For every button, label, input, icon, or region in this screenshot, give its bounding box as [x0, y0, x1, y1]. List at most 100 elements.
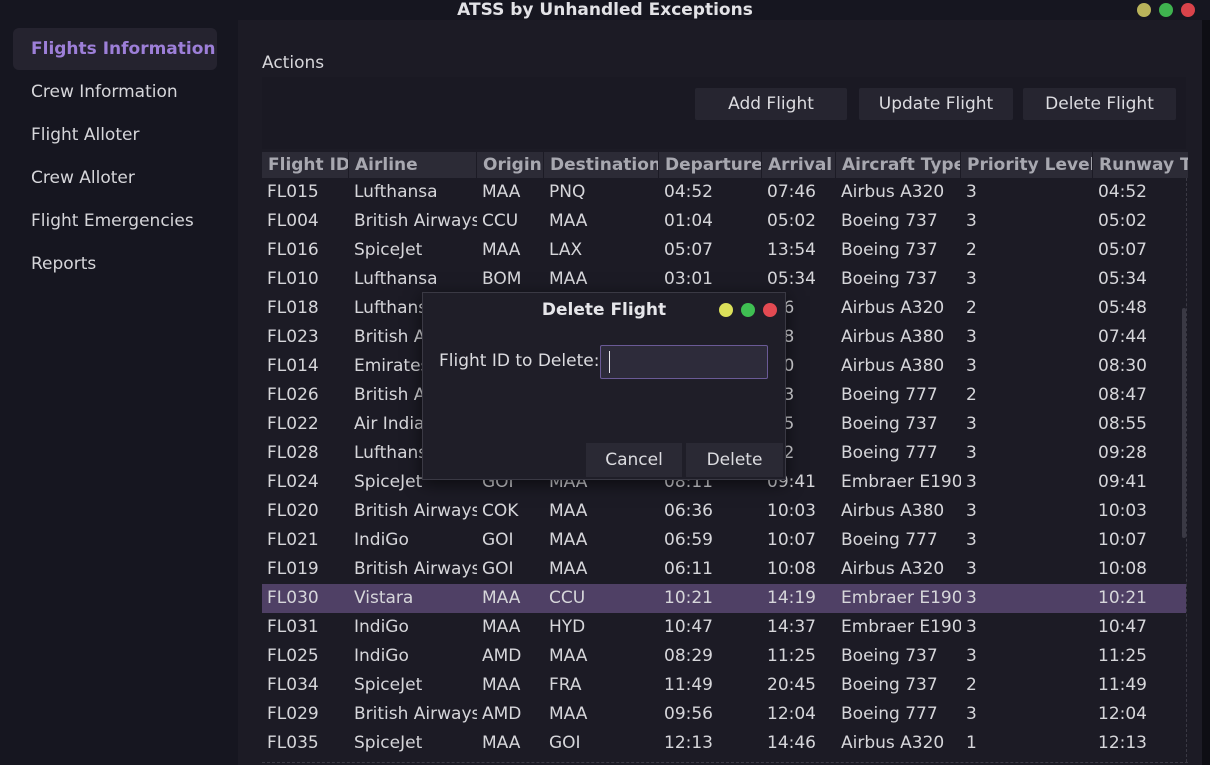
table-cell: Embraer E190: [841, 588, 961, 608]
table-cell: Boeing 777: [841, 704, 938, 724]
table-cell: Lufthansa: [354, 269, 438, 289]
table-row[interactable]: FL029 British Airways AMD MAA 09:56 12:04 Boei…: [262, 700, 1186, 729]
sidebar-item-flight-alloter[interactable]: Flight Alloter: [13, 114, 217, 156]
column-header[interactable]: Flight ID: [262, 152, 349, 178]
table-cell: MAA: [549, 530, 588, 550]
sidebar-item-flights-information[interactable]: Flights Information: [13, 28, 217, 70]
table-cell: 3: [966, 182, 977, 202]
sidebar-item-reports[interactable]: Reports: [13, 243, 217, 285]
table-cell: FL023: [267, 327, 319, 347]
table-cell: 3: [966, 211, 977, 231]
table-cell: SpiceJet: [354, 675, 423, 695]
table-row[interactable]: FL021 IndiGo GOI MAA 06:59 10:07 Boeing 777 3 10…: [262, 526, 1186, 555]
table-cell: 05:34: [1098, 269, 1147, 289]
table-row[interactable]: FL025 IndiGo AMD MAA 08:29 11:25 Boeing 737 3 11…: [262, 642, 1186, 671]
table-row[interactable]: FL031 IndiGo MAA HYD 10:47 14:37 Embraer E190 3…: [262, 613, 1186, 642]
table-cell: British Airways: [354, 501, 477, 521]
table-row[interactable]: FL019 British Airways GOI MAA 06:11 10:08 Airb…: [262, 555, 1186, 584]
table-cell: FL024: [267, 472, 319, 492]
table-cell: Boeing 737: [841, 269, 938, 289]
table-cell: FL035: [267, 733, 319, 753]
table-cell: 06:36: [664, 501, 713, 521]
table-cell: British Airways: [354, 704, 477, 724]
table-cell: 04:52: [1098, 182, 1147, 202]
table-row[interactable]: FL015 Lufthansa MAA PNQ 04:52 07:46 Airbus A32…: [262, 178, 1186, 207]
table-cell: 20:45: [767, 675, 816, 695]
table-cell: 1: [966, 733, 977, 753]
column-header[interactable]: Destination: [544, 152, 659, 178]
table-scrollbar[interactable]: [1182, 308, 1186, 538]
table-cell: 05:07: [1098, 240, 1147, 260]
table-cell: 3: [966, 356, 977, 376]
table-cell: 12:13: [664, 733, 713, 753]
table-cell: FL028: [267, 443, 319, 463]
table-row[interactable]: FL035 SpiceJet MAA GOI 12:13 14:46 Airbus A320…: [262, 729, 1186, 758]
table-cell: 03:01: [664, 269, 713, 289]
sidebar-item-crew-information[interactable]: Crew Information: [13, 71, 217, 113]
dialog-maximize-icon[interactable]: [741, 303, 755, 317]
table-cell: 2: [966, 675, 977, 695]
table-cell: 10:07: [1098, 530, 1147, 550]
table-cell: 11:49: [1098, 675, 1147, 695]
column-header[interactable]: Arrival: [762, 152, 836, 178]
table-cell: MAA: [549, 559, 588, 579]
table-cell: 3: [966, 443, 977, 463]
sidebar: Flights Information Crew Information Fli…: [0, 20, 238, 765]
column-header[interactable]: Origin: [477, 152, 544, 178]
table-cell: 3: [966, 269, 977, 289]
table-cell: 05:34: [767, 269, 816, 289]
table-cell: Lufthansa: [354, 182, 438, 202]
table-row[interactable]: FL034 SpiceJet MAA FRA 11:49 20:45 Boeing 737 2…: [262, 671, 1186, 700]
table-cell: AMD: [482, 704, 522, 724]
table-cell: 3: [966, 559, 977, 579]
table-cell: MAA: [482, 240, 521, 260]
table-row[interactable]: FL010 Lufthansa BOM MAA 03:01 05:34 Boeing 737…: [262, 265, 1186, 294]
minimize-icon[interactable]: [1137, 3, 1151, 17]
table-cell: IndiGo: [354, 646, 409, 666]
table-cell: Boeing 737: [841, 414, 938, 434]
column-header[interactable]: Airline: [349, 152, 477, 178]
table-row[interactable]: FL004 British Airways CCU MAA 01:04 05:02 Boei…: [262, 207, 1186, 236]
table-cell: FL015: [267, 182, 319, 202]
column-header[interactable]: Aircraft Type: [836, 152, 961, 178]
column-header[interactable]: Priority Level: [961, 152, 1093, 178]
add-flight-button[interactable]: Add Flight: [695, 88, 847, 120]
table-cell: 2: [966, 385, 977, 405]
table-cell: 3: [966, 414, 977, 434]
sidebar-item-flight-emergencies[interactable]: Flight Emergencies: [13, 200, 217, 242]
table-cell: FL030: [267, 588, 319, 608]
table-cell: 10:21: [664, 588, 713, 608]
flight-id-input[interactable]: [600, 345, 768, 379]
actions-frame: Add Flight Update Flight Delete Flight: [262, 77, 1186, 149]
table-cell: BOM: [482, 269, 522, 289]
actions-label: Actions: [262, 53, 325, 73]
table-border: [1186, 178, 1187, 762]
table-cell: Embraer E190: [841, 472, 961, 492]
table-cell: FRA: [549, 675, 582, 695]
column-header[interactable]: Departure: [659, 152, 762, 178]
table-row[interactable]: FL030 Vistara MAA CCU 10:21 14:19 Embraer E190…: [262, 584, 1186, 613]
table-cell: PNQ: [549, 182, 586, 202]
maximize-icon[interactable]: [1159, 3, 1173, 17]
table-row[interactable]: FL016 SpiceJet MAA LAX 05:07 13:54 Boeing 737 2…: [262, 236, 1186, 265]
column-header[interactable]: Runway Ti: [1093, 152, 1188, 178]
table-cell: 12:04: [1098, 704, 1147, 724]
cancel-button[interactable]: Cancel: [586, 443, 682, 477]
table-cell: Airbus A380: [841, 327, 945, 347]
close-icon[interactable]: [1181, 3, 1195, 17]
dialog-close-icon[interactable]: [763, 303, 777, 317]
delete-flight-button[interactable]: Delete Flight: [1023, 88, 1176, 120]
table-cell: Airbus A380: [841, 356, 945, 376]
table-cell: GOI: [482, 530, 514, 550]
table-cell: FL021: [267, 530, 319, 550]
sidebar-item-crew-alloter[interactable]: Crew Alloter: [13, 157, 217, 199]
table-cell: IndiGo: [354, 530, 409, 550]
table-row[interactable]: FL020 British Airways COK MAA 06:36 10:03 Airb…: [262, 497, 1186, 526]
table-cell: 10:07: [767, 530, 816, 550]
update-flight-button[interactable]: Update Flight: [859, 88, 1013, 120]
table-cell: 11:25: [1098, 646, 1147, 666]
delete-button[interactable]: Delete: [686, 443, 783, 477]
table-cell: GOI: [549, 733, 581, 753]
table-cell: British Airways: [354, 559, 477, 579]
dialog-minimize-icon[interactable]: [719, 303, 733, 317]
